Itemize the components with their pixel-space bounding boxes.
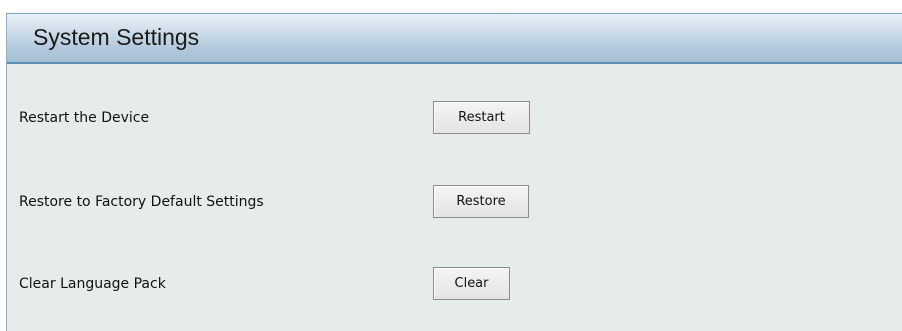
restart-button[interactable]: Restart [433, 101, 530, 134]
panel-header: System Settings [7, 14, 902, 64]
clear-button[interactable]: Clear [433, 267, 510, 300]
system-settings-panel: System Settings Restart the Device Resta… [6, 13, 902, 331]
clear-language-pack-label: Clear Language Pack [19, 276, 166, 292]
panel-title: System Settings [33, 24, 200, 50]
restore-button[interactable]: Restore [433, 185, 529, 218]
restart-device-label: Restart the Device [19, 110, 150, 126]
restore-factory-defaults-label: Restore to Factory Default Settings [19, 194, 264, 210]
